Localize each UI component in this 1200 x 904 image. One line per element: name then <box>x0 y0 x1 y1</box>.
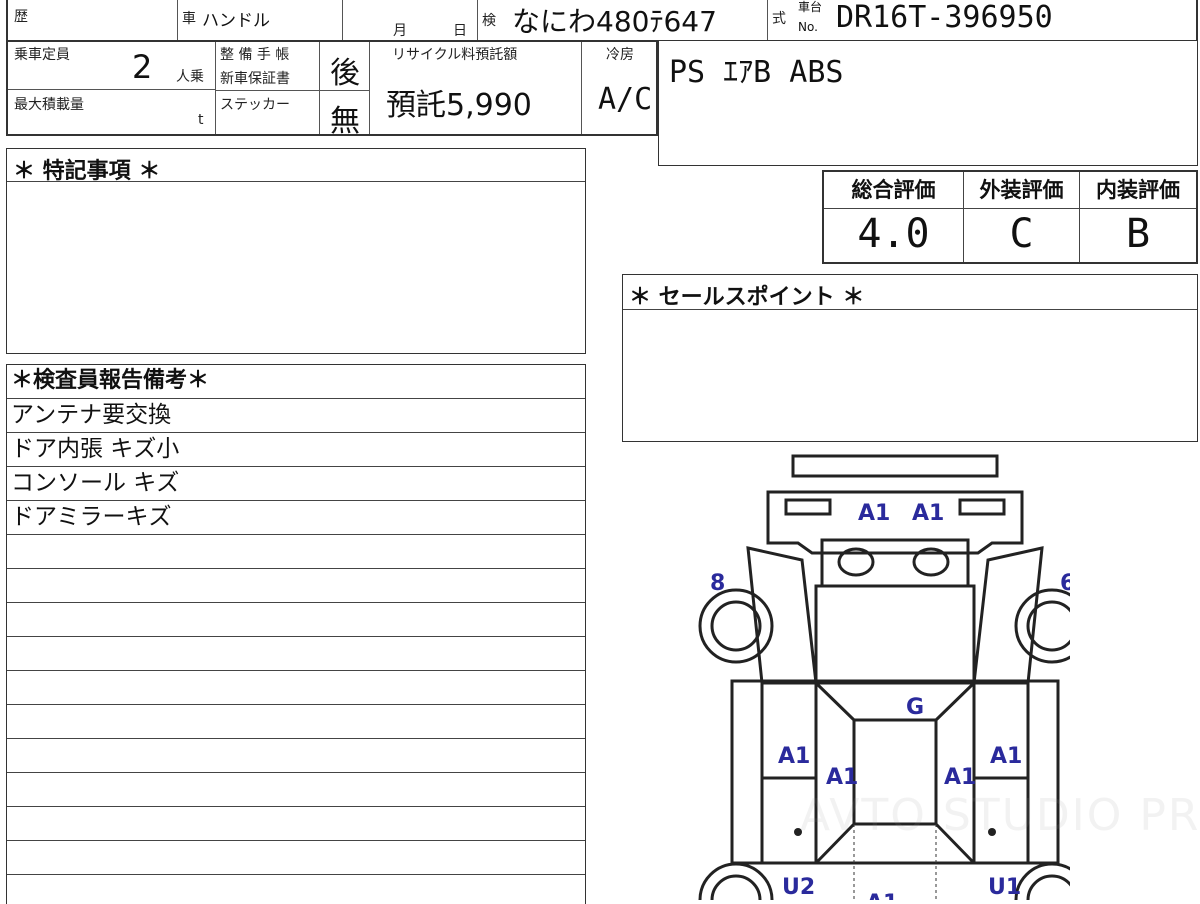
mark-pillar-right-a1: A1 <box>944 765 976 790</box>
cab <box>814 584 976 685</box>
report-line: アンテナ要交換 <box>7 399 585 433</box>
specs-row: 乗車定員 2 人乗 最大積載量 t 整 備 手 帳 新車保証書 ステッカー 後 … <box>6 40 658 139</box>
inspector-report-title: ＊検査員報告備考＊ <box>7 365 585 399</box>
equipment-text: PS ｴｱB ABS <box>669 55 844 90</box>
chassis-number: DR16T-396950 <box>836 0 1053 35</box>
mark-front-a1-right: A1 <box>912 501 944 526</box>
chassis-label-no: No. <box>798 20 818 34</box>
sha-label: 車 <box>182 11 196 27</box>
grade-overall: 総合評価 4.0 <box>824 172 964 262</box>
mark-right-6: 6 <box>1060 571 1070 596</box>
sales-point-title: ＊ セールスポイント ＊ <box>623 279 1197 310</box>
maxload-unit: t <box>198 112 204 128</box>
reki-label: 歴 <box>14 9 28 25</box>
date-cell: 月 日 <box>343 0 478 40</box>
mark-rear-center-a1: A1 <box>866 891 898 900</box>
capacity-value: 2 <box>132 48 153 86</box>
cooling-value: A/C <box>598 82 653 117</box>
grade-interior: 内装評価 B <box>1080 172 1196 262</box>
divider <box>216 90 320 91</box>
report-line <box>7 637 585 671</box>
wheel-front-right <box>1014 588 1070 664</box>
mark-door-right-a1: A1 <box>990 744 1022 769</box>
front-bumper <box>791 454 999 478</box>
divider <box>320 90 370 91</box>
maintenance-value: 後 <box>330 56 360 91</box>
report-line <box>7 569 585 603</box>
reki-cell: 歴 <box>8 0 178 40</box>
wheel-rear-left <box>698 862 774 900</box>
mark-left-8: 8 <box>710 571 725 596</box>
maxload-label: 最大積載量 <box>14 97 84 113</box>
maintenance-value-cell: 後 無 <box>320 42 370 139</box>
mark-rear-right-u1: U1 <box>988 875 1021 900</box>
watermark: AVTO STUDIO PRO <box>800 790 1200 841</box>
headlight-left <box>784 498 832 516</box>
report-line: ドアミラーキズ <box>7 501 585 535</box>
sales-point-box: ＊ セールスポイント ＊ <box>622 274 1198 442</box>
ken-label: 検 <box>482 13 496 29</box>
report-line <box>7 807 585 841</box>
maintenance-cell: 整 備 手 帳 新車保証書 ステッカー <box>216 42 320 134</box>
report-line <box>7 739 585 773</box>
maintenance-label: 整 備 手 帳 <box>220 47 290 63</box>
grade-overall-label: 総合評価 <box>824 172 963 209</box>
report-line <box>7 705 585 739</box>
report-line <box>7 841 585 875</box>
capacity-cell: 乗車定員 2 人乗 <box>8 42 216 90</box>
report-line <box>7 535 585 569</box>
headlight-right <box>958 498 1006 516</box>
chassis-label-top: 車台 <box>798 0 823 14</box>
header-row: 歴 車 ハンドル 月 日 検 なにわ480ﾃ647 式 車台 No. DR16T… <box>6 0 1198 42</box>
mark-pillar-left-a1: A1 <box>826 765 858 790</box>
handle-label: ハンドル <box>202 11 270 31</box>
mark-rear-left-u2: U2 <box>782 875 815 900</box>
plate-number: なにわ480ﾃ647 <box>512 5 717 38</box>
sticker-value: 無 <box>330 104 360 139</box>
wheel-rear-right <box>1014 862 1070 900</box>
recycle-label: リサイクル料預託額 <box>392 47 518 63</box>
plate-cell: 検 なにわ480ﾃ647 <box>478 0 768 40</box>
mark-front-a1-left: A1 <box>858 501 890 526</box>
inspector-report-box: ＊検査員報告備考＊ アンテナ要交換 ドア内張 キズ小 コンソール キズ ドアミラ… <box>6 364 586 904</box>
capacity-label: 乗車定員 <box>14 47 70 63</box>
grade-overall-value: 4.0 <box>857 211 930 257</box>
sticker-label: ステッカー <box>220 97 290 113</box>
recycle-cell: リサイクル料預託額 預託5,990 <box>370 42 582 134</box>
report-line <box>7 603 585 637</box>
cooling-cell: 冷房 A/C <box>582 42 656 134</box>
mark-roof-g: G <box>906 695 924 720</box>
handle-cell: 車 ハンドル <box>178 0 343 40</box>
chassis-cell: 式 車台 No. DR16T-396950 <box>768 0 1198 40</box>
equipment-box: PS ｴｱB ABS <box>658 40 1198 166</box>
grade-exterior: 外装評価 C <box>964 172 1080 262</box>
grade-exterior-label: 外装評価 <box>964 172 1079 209</box>
capacity-unit: 人乗 <box>176 69 204 85</box>
grades-box: 総合評価 4.0 外装評価 C 内装評価 B <box>822 170 1198 264</box>
hood <box>820 538 970 588</box>
special-notes-box: ＊ 特記事項 ＊ <box>6 148 586 354</box>
report-line: ドア内張 キズ小 <box>7 433 585 467</box>
month-label: 月 <box>393 23 407 39</box>
report-line: コンソール キズ <box>7 467 585 501</box>
cooling-label: 冷房 <box>606 47 634 63</box>
grade-exterior-value: C <box>1009 211 1034 257</box>
report-line <box>7 671 585 705</box>
grade-interior-label: 内装評価 <box>1080 172 1196 209</box>
day-label: 日 <box>453 23 467 39</box>
maxload-cell: 最大積載量 t <box>8 90 216 134</box>
grade-interior-value: B <box>1125 211 1151 257</box>
warranty-label: 新車保証書 <box>220 71 290 87</box>
report-line <box>7 773 585 807</box>
shiki-label: 式 <box>772 11 786 27</box>
mark-door-left-a1: A1 <box>778 744 810 769</box>
special-notes-title: ＊ 特記事項 ＊ <box>7 153 585 184</box>
recycle-value: 預託5,990 <box>386 88 532 123</box>
